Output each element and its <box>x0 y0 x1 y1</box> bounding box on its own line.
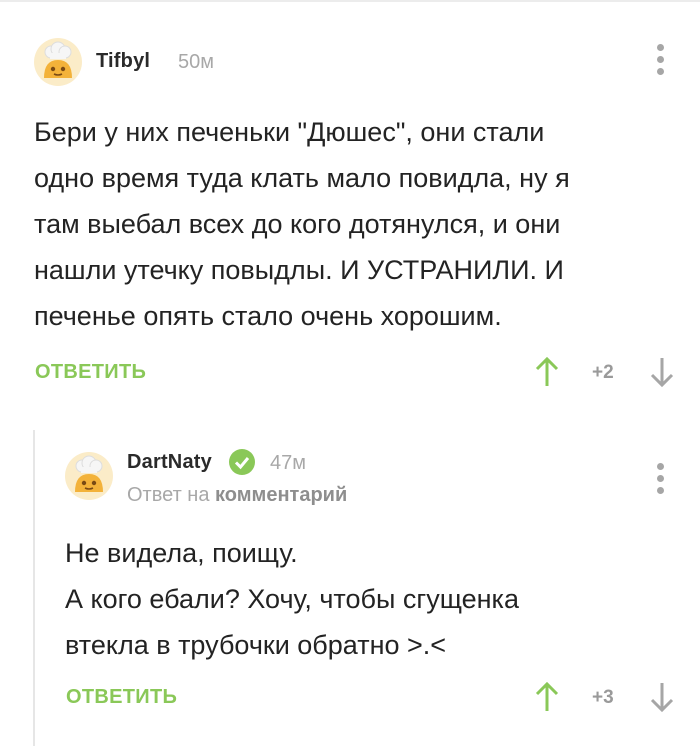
reply-to-link[interactable]: комментарий <box>215 484 347 506</box>
comment-text-line: втекла в трубочки обратно >.< <box>65 630 447 660</box>
arrow-down-icon[interactable] <box>649 681 675 718</box>
chef-avatar-icon[interactable] <box>65 452 113 500</box>
comment-time: 47м <box>270 452 306 474</box>
verified-check-icon <box>229 449 255 475</box>
reply-to: Ответ на комментарий <box>127 484 347 507</box>
reply-button[interactable]: ОТВЕТИТЬ <box>66 686 177 709</box>
comment-2: DartNaty 47м Ответ на комментарий Не вид… <box>0 0 700 746</box>
comment-author[interactable]: DartNaty <box>127 451 212 474</box>
reply-to-prefix: Ответ на <box>127 484 210 506</box>
comment-text-line: А кого ебали? Хочу, чтобы сгущенка <box>65 584 519 614</box>
comment-text: Не видела, поищу. А кого ебали? Хочу, чт… <box>65 530 519 668</box>
more-vertical-icon[interactable] <box>654 463 666 497</box>
arrow-up-icon[interactable] <box>534 681 560 718</box>
comment-text-line: Не видела, поищу. <box>65 538 298 568</box>
comment-score: +3 <box>592 687 614 708</box>
